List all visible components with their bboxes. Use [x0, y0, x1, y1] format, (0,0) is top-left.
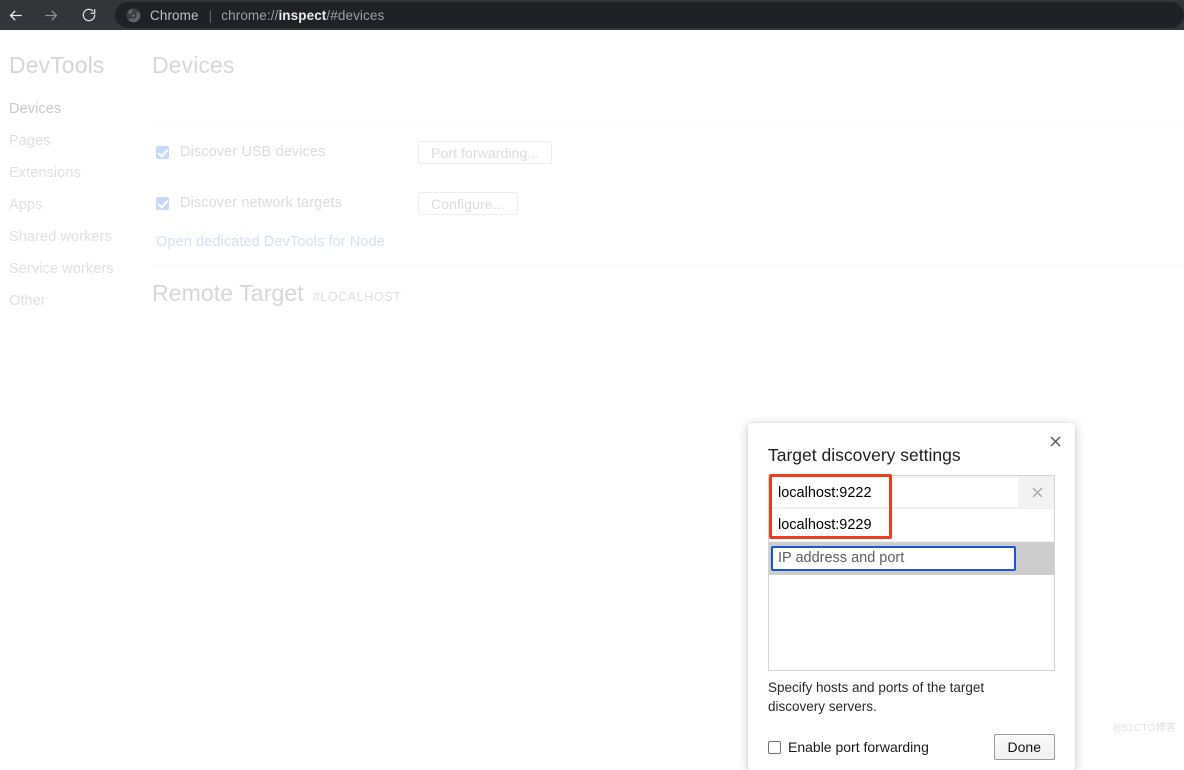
omnibox-url: chrome://inspect/#devices	[221, 8, 384, 23]
url-host: inspect	[278, 7, 327, 23]
sidebar-item-other[interactable]: Other	[0, 285, 150, 317]
sidebar-title: DevTools	[9, 52, 105, 78]
watermark: @51CTO博客	[1112, 723, 1176, 734]
remote-target-header: Remote Target #LOCALHOST	[151, 280, 401, 307]
new-target-row[interactable]	[769, 542, 1054, 575]
browser-toolbar: Chrome | chrome://inspect/#devices	[0, 0, 1184, 30]
sidebar-item-label: Other	[9, 293, 46, 309]
target-value: localhost:9229	[778, 517, 872, 533]
sidebar-item-label: Pages	[9, 133, 51, 149]
url-suffix: /#devices	[326, 7, 385, 23]
target-list: localhost:9222 localhost:9229	[768, 475, 1055, 671]
sidebar: DevTools Devices Pages Extensions Apps S…	[0, 30, 150, 740]
sidebar-item-label: Apps	[9, 197, 43, 213]
discover-usb-row[interactable]: Discover USB devices	[150, 140, 325, 164]
sidebar-item-devices[interactable]: Devices	[0, 93, 150, 125]
dialog-title: Target discovery settings	[768, 445, 961, 465]
dialog-footer: Enable port forwarding Done	[768, 734, 1055, 760]
target-list-item[interactable]: localhost:9229	[769, 509, 1054, 542]
omnibox-app-name: Chrome	[150, 7, 199, 23]
remote-target-subtitle: #LOCALHOST	[312, 290, 402, 304]
target-list-item[interactable]: localhost:9222	[769, 476, 1054, 509]
port-forwarding-button[interactable]: Port forwarding...	[418, 141, 553, 164]
url-prefix: chrome://	[221, 7, 279, 23]
remote-target-title: Remote Target	[152, 280, 304, 306]
page-title: Devices	[152, 52, 235, 78]
enable-port-forwarding-checkbox[interactable]	[768, 740, 781, 754]
done-button[interactable]: Done	[993, 734, 1055, 760]
forward-button[interactable]	[38, 2, 64, 28]
divider	[150, 264, 1184, 265]
arrow-left-icon	[7, 7, 24, 24]
arrow-right-icon	[43, 7, 60, 24]
target-discovery-settings-dialog: Target discovery settings localhost:9222…	[748, 423, 1075, 770]
sidebar-item-pages[interactable]: Pages	[0, 125, 150, 157]
omnibox-separator: |	[208, 7, 213, 23]
sidebar-item-apps[interactable]: Apps	[0, 189, 150, 221]
target-value-wrap[interactable]: localhost:9222	[770, 478, 1018, 507]
open-node-devtools-link[interactable]: Open dedicated DevTools for Node	[156, 234, 385, 250]
sidebar-item-service-workers[interactable]: Service workers	[0, 253, 150, 285]
divider	[150, 121, 1184, 122]
reload-button[interactable]	[76, 2, 102, 28]
discover-usb-label: Discover USB devices	[180, 144, 326, 160]
ip-address-input[interactable]	[771, 545, 1016, 571]
enable-port-forwarding-row[interactable]: Enable port forwarding	[768, 739, 929, 755]
address-bar[interactable]: Chrome | chrome://inspect/#devices	[115, 2, 1184, 28]
sidebar-item-label: Devices	[9, 101, 62, 117]
sidebar-nav-list: Devices Pages Extensions Apps Shared wor…	[0, 93, 150, 317]
remove-target-icon[interactable]	[1032, 476, 1043, 508]
discover-network-checkbox[interactable]	[156, 196, 169, 210]
configure-button[interactable]: Configure...	[418, 192, 518, 215]
discover-usb-checkbox[interactable]	[156, 145, 169, 159]
sidebar-item-label: Extensions	[9, 165, 81, 181]
sidebar-item-shared-workers[interactable]: Shared workers	[0, 221, 150, 253]
discover-network-row[interactable]: Discover network targets	[150, 191, 342, 215]
sidebar-item-label: Service workers	[9, 261, 114, 277]
inspect-page: DevTools Devices Pages Extensions Apps S…	[0, 30, 1184, 770]
back-button[interactable]	[2, 2, 28, 28]
discover-network-label: Discover network targets	[180, 195, 342, 211]
target-value: localhost:9222	[778, 484, 872, 501]
devices-section-header: Devices	[151, 52, 235, 79]
sidebar-item-extensions[interactable]: Extensions	[0, 157, 150, 189]
dialog-helper-text: Specify hosts and ports of the target di…	[768, 680, 985, 714]
chrome-logo-icon	[126, 8, 141, 23]
reload-icon	[81, 7, 97, 23]
enable-port-forwarding-label: Enable port forwarding	[788, 739, 929, 755]
close-icon[interactable]	[1046, 432, 1064, 450]
sidebar-item-label: Shared workers	[9, 229, 112, 245]
